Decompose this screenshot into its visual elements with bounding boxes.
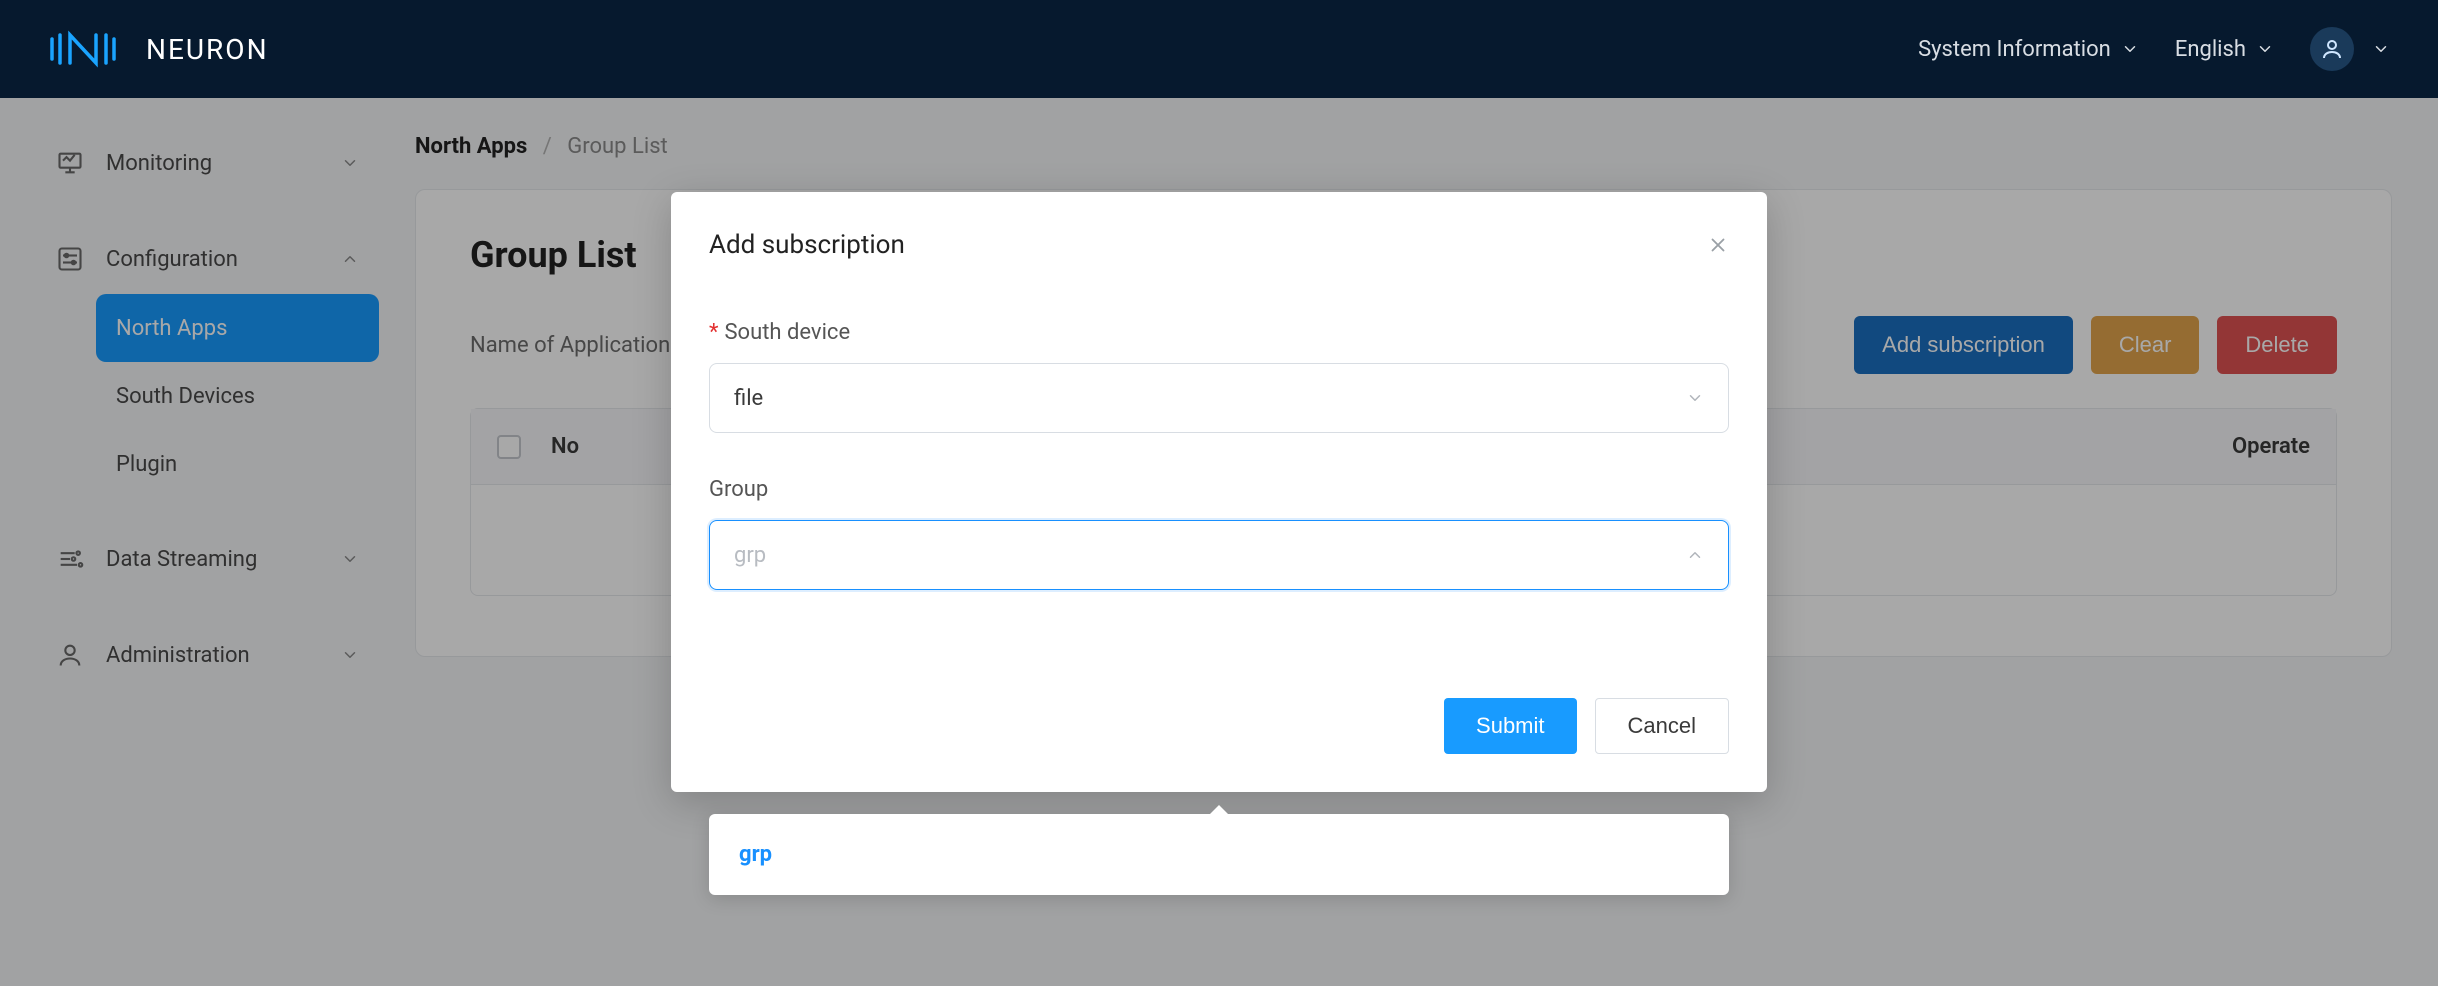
chevron-down-icon — [2121, 40, 2139, 58]
avatar — [2310, 27, 2354, 71]
south-device-label: *South device — [709, 320, 1729, 345]
chevron-up-icon — [1686, 546, 1704, 564]
user-icon — [2320, 37, 2344, 61]
logo-mark-icon — [48, 29, 128, 69]
close-icon — [1707, 234, 1729, 256]
cancel-button[interactable]: Cancel — [1595, 698, 1729, 754]
group-label: Group — [709, 477, 1729, 502]
dialog-title: Add subscription — [709, 230, 905, 260]
brand-logo: NEURON — [48, 29, 269, 69]
group-placeholder: grp — [734, 543, 766, 568]
system-information-menu[interactable]: System Information — [1918, 37, 2139, 62]
chevron-down-icon — [2256, 40, 2274, 58]
group-option-grp[interactable]: grp — [709, 824, 1729, 885]
language-label: English — [2175, 37, 2246, 62]
submit-button[interactable]: Submit — [1444, 698, 1576, 754]
south-device-value: file — [734, 386, 763, 411]
add-subscription-dialog: Add subscription *South device file Grou… — [671, 192, 1767, 792]
brand-name: NEURON — [146, 33, 269, 66]
app-header: NEURON System Information English — [0, 0, 2438, 98]
header-right-nav: System Information English — [1918, 27, 2390, 71]
system-information-label: System Information — [1918, 37, 2111, 62]
dialog-close-button[interactable] — [1707, 234, 1729, 256]
group-select[interactable]: grp — [709, 520, 1729, 590]
language-menu[interactable]: English — [2175, 37, 2274, 62]
south-device-select[interactable]: file — [709, 363, 1729, 433]
group-dropdown: grp — [709, 814, 1729, 895]
chevron-down-icon — [1686, 389, 1704, 407]
user-menu[interactable] — [2310, 27, 2390, 71]
chevron-down-icon — [2372, 40, 2390, 58]
